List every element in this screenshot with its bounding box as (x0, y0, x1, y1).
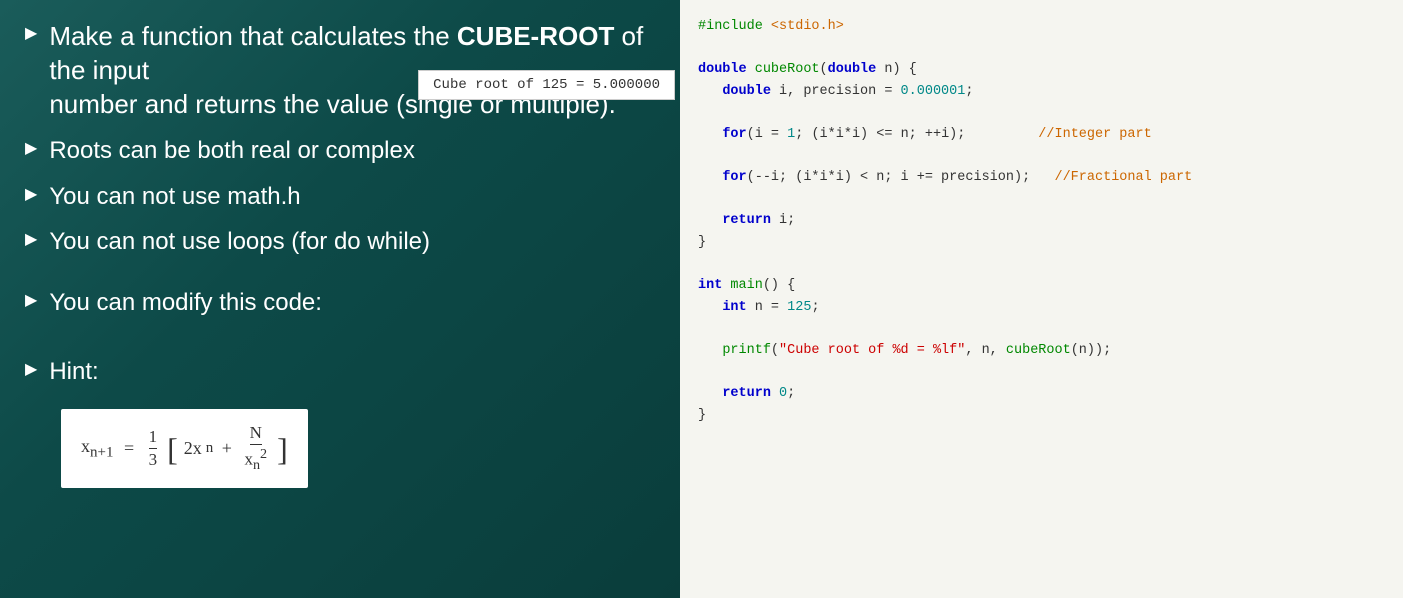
arrow-icon-5: ▶ (25, 290, 37, 310)
arrow-icon-2: ▶ (25, 138, 37, 158)
hint-bullet: ▶ Hint: (25, 356, 650, 387)
xn2-denominator: xn2 (244, 445, 267, 474)
bullet-item-4: ▶ You can not use loops (for do while) (25, 226, 650, 257)
formula: xn+1 = 1 3 [ 2xn + N xn2 ] (81, 423, 288, 474)
N-numerator: N (250, 423, 262, 445)
hint-label: Hint: (49, 356, 98, 387)
bullet-item-2: ▶ Roots can be both real or complex (25, 135, 650, 166)
bullet-item-3: ▶ You can not use math.h (25, 181, 650, 212)
output-box: Cube root of 125 = 5.000000 (418, 70, 675, 100)
close-bracket: ] (277, 433, 288, 465)
code-block: #include <stdio.h> double cubeRoot(doubl… (698, 16, 1385, 426)
bullet-item-5: ▶ You can modify this code: (25, 287, 650, 318)
formula-box: xn+1 = 1 3 [ 2xn + N xn2 ] (61, 409, 308, 488)
arrow-icon-4: ▶ (25, 229, 37, 249)
formula-equals: = (119, 438, 138, 459)
formula-lhs: xn+1 (81, 436, 113, 462)
arrow-icon-3: ▶ (25, 184, 37, 204)
bullet-text-3: You can not use math.h (49, 181, 300, 212)
bracket-content: 2xn + N xn2 (184, 423, 271, 474)
arrow-icon-1: ▶ (25, 23, 37, 43)
hint-section: ▶ Hint: xn+1 = 1 3 [ 2xn + N xn (25, 356, 650, 488)
fraction-one-third: 1 3 (149, 427, 158, 470)
open-bracket: [ (167, 433, 178, 465)
output-text: Cube root of 125 = 5.000000 (433, 77, 660, 93)
bullet-text-4: You can not use loops (for do while) (49, 226, 430, 257)
fraction-numerator: 1 (149, 427, 158, 449)
arrow-icon-hint: ▶ (25, 359, 37, 379)
fraction-N-xn2: N xn2 (244, 423, 267, 474)
right-panel: #include <stdio.h> double cubeRoot(doubl… (680, 0, 1403, 598)
bullet-text-5: You can modify this code: (49, 287, 322, 318)
left-panel: Cube root of 125 = 5.000000 ▶ Make a fun… (0, 0, 680, 598)
bullet-text-2: Roots can be both real or complex (49, 135, 415, 166)
fraction-denominator: 3 (149, 449, 158, 470)
